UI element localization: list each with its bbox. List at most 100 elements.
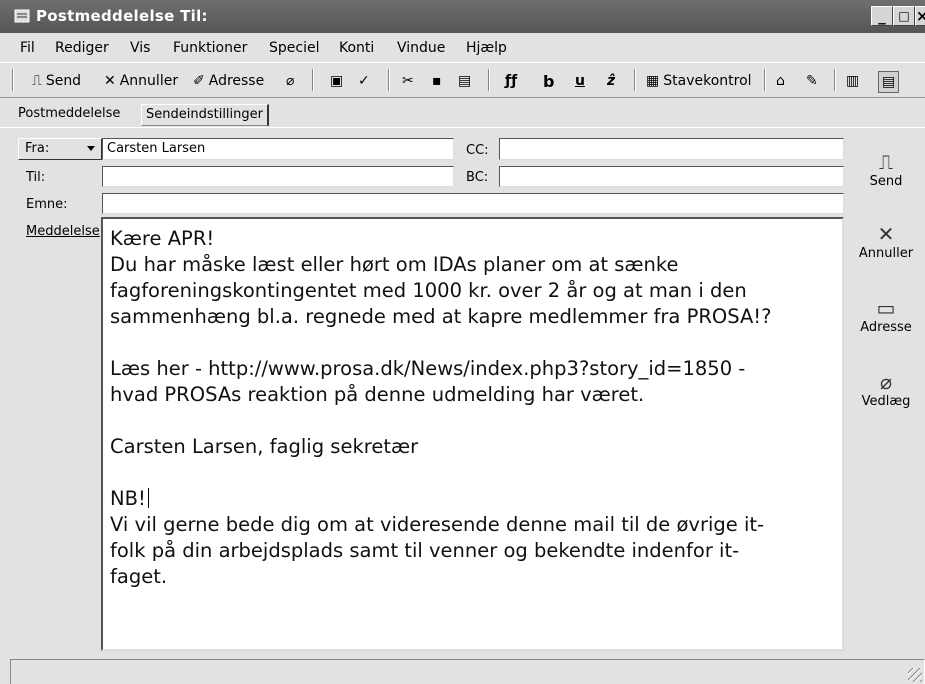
spellcheck-toolbar-button[interactable]: ▦ Stavekontrol [646,71,752,91]
x-icon: ✕ [877,222,895,246]
address-book-icon: ▭ [876,296,896,320]
send-side-label: Send [869,174,903,189]
cc-field[interactable] [499,138,844,160]
view1-toolbar-button[interactable]: ▥ [846,71,859,91]
paperclip-icon: ⌀ [286,73,295,89]
toolbar-separator [834,69,836,91]
paste-toolbar-button[interactable]: ▤ [458,71,471,91]
title-bar: Postmeddelelse Til: _ □ × [0,0,925,33]
window-title: Postmeddelelse Til: [36,7,208,25]
font-toolbar-button[interactable]: ƒƒ [505,71,517,91]
menu-bar: Fil Rediger Vis Funktioner Speciel Konti… [0,33,925,61]
from-field[interactable]: Carsten Larsen [102,138,454,160]
message-line: Kære APR! [110,227,215,250]
message-line: sammenhæng bl.a. regnede med at kapre me… [110,305,772,328]
menu-vindue[interactable]: Vindue [397,40,445,56]
to-field[interactable] [102,166,454,187]
tab-postmeddelelse[interactable]: Postmeddelelse [14,102,125,126]
status-bar [10,659,925,684]
send-icon: ⎍ [32,73,42,89]
menu-rediger[interactable]: Rediger [55,40,109,56]
bc-label: BC: [466,170,489,185]
minimize-button[interactable]: _ [871,6,893,26]
address-side-button[interactable]: ▭ Adresse [848,296,924,335]
sign-toolbar-button[interactable]: ✎ [806,71,818,91]
from-label: Fra: [25,141,50,156]
address-toolbar-button[interactable]: ✐ Adresse [193,71,264,91]
lock-toolbar-button[interactable]: ⌂ [776,71,785,91]
toolbar-separator [12,69,14,91]
cancel-toolbar-button[interactable]: ✕ Annuller [104,71,178,91]
menu-fil[interactable]: Fil [20,40,35,56]
layout-alt-icon: ▤ [882,74,896,90]
message-line: folk på din arbejdsplads samt til venner… [110,539,740,562]
toolbar-separator [388,69,390,91]
message-body[interactable]: Kære APR! Du har måske læst eller hørt o… [101,217,844,651]
cc-label: CC: [466,143,489,158]
layout-icon: ▥ [846,73,860,89]
to-label: Til: [26,170,46,185]
cancel-toolbar-label: Annuller [119,73,179,89]
cut-toolbar-button[interactable]: ✂ [402,71,414,91]
spell-toolbar-button[interactable]: ✓ [358,71,370,91]
menu-hjaelp[interactable]: Hjælp [466,40,507,56]
save-icon: ▣ [330,73,344,89]
message-line-nb: NB! [110,486,835,512]
message-line: hvad PROSAs reaktion på denne udmelding … [110,383,645,406]
close-button[interactable]: × [915,6,925,26]
view2-toolbar-button[interactable]: ▤ [878,71,900,93]
toolbar-separator [764,69,766,91]
copy-icon: ▪ [432,73,442,89]
lock-icon: ⌂ [776,73,785,89]
copy-toolbar-button[interactable]: ▪ [432,71,442,91]
cancel-side-label: Annuller [858,246,914,261]
message-label: Meddelelse [26,224,100,239]
subject-label: Emne: [26,197,68,212]
cancel-side-button[interactable]: ✕ Annuller [848,222,924,261]
menu-vis[interactable]: Vis [130,40,150,56]
send-toolbar-button[interactable]: ⎍ Send [32,71,81,91]
address-side-label: Adresse [860,320,912,335]
message-line: Carsten Larsen, faglig sekretær [110,435,419,458]
bold-label: b [543,71,555,91]
certificate-icon: ✎ [806,73,818,89]
italic-label: ẑ [607,73,616,89]
mail-icon [14,9,30,23]
text-cursor [147,488,149,508]
send-side-button[interactable]: ⎍ Send [848,150,924,189]
maximize-button[interactable]: □ [893,6,915,26]
attach-side-button[interactable]: ⌀ Vedlæg [848,370,924,409]
save-toolbar-button[interactable]: ▣ [330,71,343,91]
underline-label: u [575,73,585,89]
paste-icon: ▤ [458,73,472,89]
spellcheck-icon: ▦ [646,73,660,89]
italic-toolbar-button[interactable]: ẑ [607,71,615,91]
tab-strip: Postmeddelelse Sendeindstillinger [0,98,925,128]
scissors-icon: ✂ [402,73,414,89]
message-line: faget. [110,565,168,588]
chevron-down-icon [87,146,95,151]
attach-toolbar-button[interactable]: ⌀ [286,71,294,91]
tab-sendeindstillinger[interactable]: Sendeindstillinger [141,104,269,126]
toolbar-separator [312,69,314,91]
bc-field[interactable] [499,166,844,187]
menu-speciel[interactable]: Speciel [269,40,319,56]
subject-field[interactable] [102,193,844,214]
bold-toolbar-button[interactable]: b [543,71,554,91]
message-line: Du har måske læst eller hørt om IDAs pla… [110,253,679,276]
address-toolbar-label: Adresse [208,73,265,89]
menu-konti[interactable]: Konti [339,40,374,56]
underline-toolbar-button[interactable]: u [575,71,585,91]
menu-funktioner[interactable]: Funktioner [173,40,247,56]
toolbar-separator [488,69,490,91]
compose-window: Postmeddelelse Til: _ □ × Fil Rediger Vi… [0,0,925,684]
message-line: Læs her - http://www.prosa.dk/News/index… [110,357,746,380]
address-book-icon: ✐ [193,73,205,89]
from-dropdown[interactable]: Fra: [18,138,102,160]
toolbar: ⎍ Send ✕ Annuller ✐ Adresse ⌀ ▣ ✓ ✂ ▪ ▤ … [0,62,925,98]
message-line: NB! [110,487,146,510]
resize-grip[interactable] [908,668,922,682]
